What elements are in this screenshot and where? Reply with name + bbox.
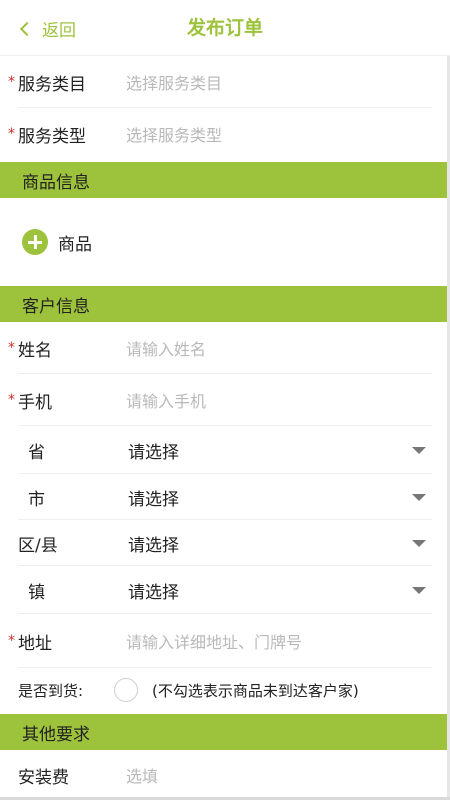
section-goods: 商品信息 xyxy=(0,162,450,198)
install-fee-input[interactable]: 选填 xyxy=(126,763,158,787)
city-select[interactable]: 请选择 xyxy=(128,485,179,510)
phone-label: * 手机 xyxy=(8,392,52,413)
section-other: 其他要求 xyxy=(0,714,450,750)
section-customer-title: 客户信息 xyxy=(22,296,90,317)
required-mark: * xyxy=(8,633,15,649)
name-input[interactable]: 请输入姓名 xyxy=(126,336,206,360)
arrived-hint: (不勾选表示商品未到达客户家) xyxy=(152,681,359,700)
install-fee-row[interactable]: 安装费 选填 xyxy=(0,752,450,798)
town-row[interactable]: 镇 请选择 xyxy=(0,566,450,614)
arrived-radio[interactable] xyxy=(114,678,138,702)
phone-row[interactable]: * 手机 请输入手机 xyxy=(0,374,450,426)
name-label: * 姓名 xyxy=(8,340,52,361)
province-label: 省 xyxy=(28,442,45,463)
caret-down-icon[interactable] xyxy=(412,493,426,501)
service-category-row[interactable]: * 服务类目 选择服务类目 xyxy=(0,56,450,108)
district-row[interactable]: 区/县 请选择 xyxy=(0,520,450,566)
service-type-row[interactable]: * 服务类型 选择服务类型 xyxy=(0,108,450,160)
address-label: * 地址 xyxy=(8,633,52,654)
section-goods-title: 商品信息 xyxy=(22,172,90,193)
service-type-label: * 服务类型 xyxy=(8,126,86,147)
name-row[interactable]: * 姓名 请输入姓名 xyxy=(0,322,450,374)
add-goods-label: 商品 xyxy=(58,234,92,255)
phone-input[interactable]: 请输入手机 xyxy=(126,388,206,412)
section-other-title: 其他要求 xyxy=(22,724,90,745)
service-type-select[interactable]: 选择服务类型 xyxy=(126,122,222,146)
town-select[interactable]: 请选择 xyxy=(128,578,179,603)
caret-down-icon[interactable] xyxy=(412,586,426,594)
add-goods-button[interactable]: 商品 xyxy=(22,229,92,255)
town-label: 镇 xyxy=(28,582,45,603)
required-mark: * xyxy=(8,126,15,142)
district-select[interactable]: 请选择 xyxy=(128,531,179,556)
caret-down-icon[interactable] xyxy=(412,446,426,454)
city-label: 市 xyxy=(28,489,45,510)
service-category-label: * 服务类目 xyxy=(8,74,86,95)
install-fee-label: 安装费 xyxy=(18,767,69,788)
province-select[interactable]: 请选择 xyxy=(128,438,179,463)
address-input[interactable]: 请输入详细地址、门牌号 xyxy=(126,629,302,653)
address-row[interactable]: * 地址 请输入详细地址、门牌号 xyxy=(0,614,450,668)
required-mark: * xyxy=(8,392,15,408)
city-row[interactable]: 市 请选择 xyxy=(0,474,450,520)
arrived-label: 是否到货: xyxy=(18,681,84,700)
required-mark: * xyxy=(8,340,15,356)
province-row[interactable]: 省 请选择 xyxy=(0,426,450,474)
required-mark: * xyxy=(8,74,15,90)
district-label: 区/县 xyxy=(18,535,58,556)
header-bar: 返回 发布订单 xyxy=(0,0,450,56)
arrived-row: 是否到货: (不勾选表示商品未到达客户家) xyxy=(0,668,450,712)
section-customer: 客户信息 xyxy=(0,286,450,322)
caret-down-icon[interactable] xyxy=(412,539,426,547)
page-title: 发布订单 xyxy=(186,17,263,39)
plus-icon xyxy=(22,229,48,255)
service-category-select[interactable]: 选择服务类目 xyxy=(126,70,222,94)
